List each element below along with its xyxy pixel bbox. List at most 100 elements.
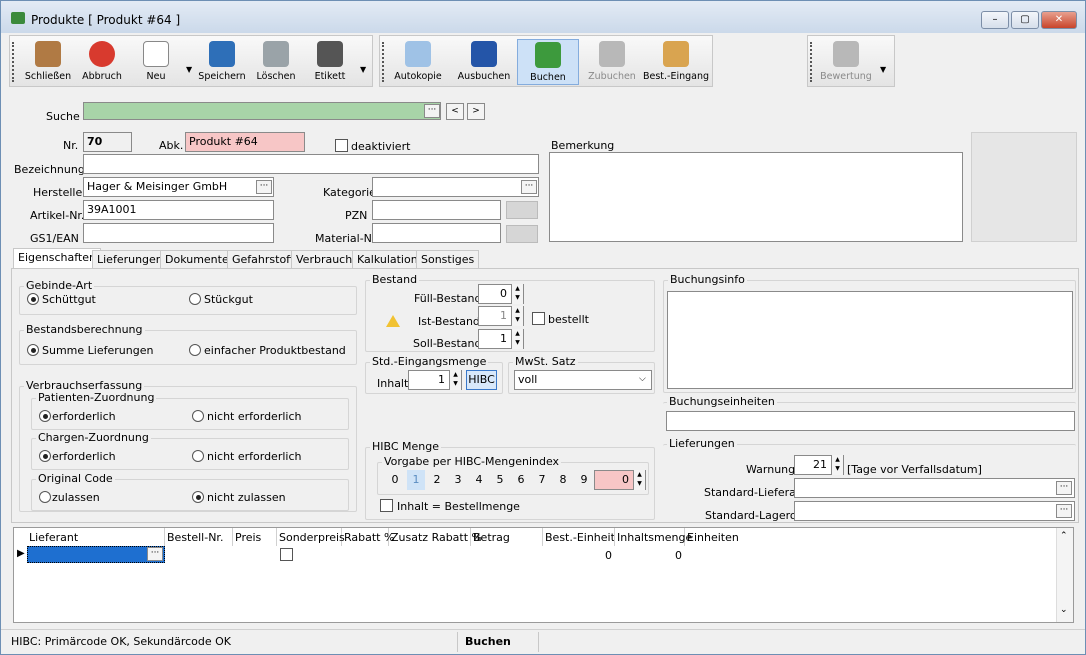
tab-sonstiges[interactable]: Sonstiges [416, 250, 480, 268]
product-image[interactable] [971, 132, 1077, 242]
material-field[interactable] [372, 223, 501, 243]
hibc-digit[interactable]: 4 [470, 470, 488, 490]
col-bestell-nr[interactable]: Bestell-Nr. [165, 528, 233, 546]
gebinde-title: Gebinde-Art [24, 279, 95, 292]
tab-kalkulation[interactable]: Kalkulation [352, 250, 423, 268]
search-input[interactable] [83, 102, 441, 120]
einfacher-bestand-radio[interactable] [189, 344, 201, 356]
stueckgut-radio[interactable] [189, 293, 201, 305]
tab-dokumente[interactable]: Dokumente [160, 250, 234, 268]
close-button[interactable]: ✕ [1041, 11, 1077, 29]
lieferant-cell[interactable] [27, 546, 165, 563]
col-zusatz-rabatt[interactable]: Zusatz Rabatt % [389, 528, 482, 546]
charge-nicht-erforderlich-radio[interactable] [192, 450, 204, 462]
deaktiviert-checkbox[interactable] [335, 139, 348, 152]
search-lookup-button[interactable]: ··· [424, 104, 440, 118]
tab-gefahrstoff[interactable]: Gefahrstoff [227, 250, 299, 268]
hibc-digit[interactable]: 1 [407, 470, 425, 490]
delete-tool-button[interactable]: Löschen [250, 39, 302, 85]
new-dropdown-icon[interactable]: ▼ [186, 65, 192, 74]
tab-verbrauch[interactable]: Verbrauch [291, 250, 358, 268]
nicht-zulassen-radio[interactable] [192, 491, 204, 503]
kategorie-lookup-button[interactable]: ··· [521, 180, 537, 194]
col-preis[interactable]: Preis [233, 528, 277, 546]
hibc-digit[interactable]: 6 [512, 470, 530, 490]
soll-spinner[interactable]: ▲ ▼ [511, 329, 523, 349]
prev-record-button[interactable]: < [446, 103, 464, 120]
std-lieferant-lookup-button[interactable]: ··· [1056, 481, 1072, 495]
scroll-up-icon[interactable]: ⌃ [1060, 531, 1068, 541]
bemerkung-textarea[interactable] [549, 152, 963, 242]
sonderpreis-checkbox[interactable] [280, 548, 293, 561]
tab-lieferungen[interactable]: Lieferungen [92, 250, 168, 268]
pzn-field[interactable] [372, 200, 501, 220]
col-betrag[interactable]: Betrag [471, 528, 543, 546]
inhalt-spinner[interactable]: ▲ ▼ [449, 370, 461, 390]
scroll-down-icon[interactable]: ⌄ [1060, 605, 1068, 615]
hibc-toggle-button[interactable]: HIBC [466, 370, 497, 390]
hibc-index-spinner[interactable]: ▲ ▼ [633, 470, 645, 490]
hibc-digit[interactable]: 3 [449, 470, 467, 490]
col-best-einheit[interactable]: Best.-Einheit... [543, 528, 615, 546]
einheiten-field[interactable] [666, 411, 1075, 431]
charge-erforderlich-radio[interactable] [39, 450, 51, 462]
close-tool-button[interactable]: Schließen [22, 39, 74, 85]
best-einheit-cell: 0 [605, 549, 612, 562]
hibc-digit[interactable]: 0 [386, 470, 404, 490]
maximize-button[interactable]: ▢ [1011, 11, 1039, 29]
label-tool-button[interactable]: Etikett [304, 39, 356, 85]
cancel-tool-button[interactable]: Abbruch [76, 39, 128, 85]
std-lieferant-field[interactable] [794, 478, 1075, 498]
bestellt-checkbox[interactable] [532, 312, 545, 325]
hibc-digit[interactable]: 9 [575, 470, 593, 490]
lieferant-lookup-button[interactable]: ··· [147, 547, 163, 561]
col-lieferant[interactable]: Lieferant [27, 528, 165, 546]
abk-field[interactable]: Produkt #64 [185, 132, 305, 152]
hibc-digit[interactable]: 2 [428, 470, 446, 490]
chevron-down-icon[interactable]: ⌵ [639, 374, 646, 384]
next-record-button[interactable]: > [467, 103, 485, 120]
warnung-spinner[interactable]: ▲ ▼ [831, 455, 843, 475]
new-tool-button[interactable]: Neu [130, 39, 182, 85]
ausbuchen-button[interactable]: Ausbuchen [454, 39, 514, 85]
std-lagerort-field[interactable] [794, 501, 1075, 521]
gs1-field[interactable] [83, 223, 274, 243]
patient-erforderlich-radio[interactable] [39, 410, 51, 422]
hibc-digit[interactable]: 7 [533, 470, 551, 490]
hibc-digit[interactable]: 8 [554, 470, 572, 490]
hersteller-lookup-button[interactable]: ··· [256, 180, 272, 194]
fuell-spinner[interactable]: ▲ ▼ [511, 284, 523, 304]
book-add-icon [599, 41, 625, 67]
autocopy-button[interactable]: Autokopie [392, 39, 444, 85]
bezeichnung-field[interactable] [83, 154, 539, 174]
summe-lieferungen-radio[interactable] [27, 344, 39, 356]
zulassen-radio[interactable] [39, 491, 51, 503]
schuettgut-radio[interactable] [27, 293, 39, 305]
std-lagerort-lookup-button[interactable]: ··· [1056, 504, 1072, 518]
col-inhaltsmenge[interactable]: Inhaltsmenge [615, 528, 692, 546]
bewertung-dropdown-icon[interactable]: ▼ [880, 65, 886, 74]
artikel-field[interactable]: 39A1001 [83, 200, 274, 220]
col-sonderpreis[interactable]: Sonderpreis [277, 528, 345, 546]
toolbar-grip[interactable] [12, 42, 15, 82]
hibc-digit[interactable]: 5 [491, 470, 509, 490]
mwst-select[interactable]: voll [514, 370, 652, 390]
new-tool-label: Neu [146, 71, 166, 82]
best-eingang-button[interactable]: Best.-Eingang [642, 39, 710, 85]
inhalt-bestellmenge-checkbox[interactable] [380, 499, 393, 512]
toolbar-grip[interactable] [810, 42, 813, 82]
save-tool-button[interactable]: Speichern [196, 39, 248, 85]
ist-spinner[interactable]: ▲ ▼ [511, 306, 523, 326]
hersteller-field[interactable]: Hager & Meisinger GmbH [83, 177, 274, 197]
bewertung-button[interactable]: Bewertung [816, 39, 876, 85]
col-rabatt[interactable]: Rabatt % [342, 528, 394, 546]
kategorie-field[interactable] [372, 177, 539, 197]
label-dropdown-icon[interactable]: ▼ [360, 65, 366, 74]
patient-nicht-erforderlich-radio[interactable] [192, 410, 204, 422]
toolbar-grip[interactable] [382, 42, 385, 82]
tab-eigenschaften[interactable]: Eigenschaften [13, 248, 101, 269]
zubuchen-button[interactable]: Zubuchen [584, 39, 640, 85]
col-einheiten[interactable]: Einheiten [685, 528, 1055, 546]
buchen-button[interactable]: Buchen [517, 39, 579, 85]
minimize-button[interactable]: – [981, 11, 1009, 29]
